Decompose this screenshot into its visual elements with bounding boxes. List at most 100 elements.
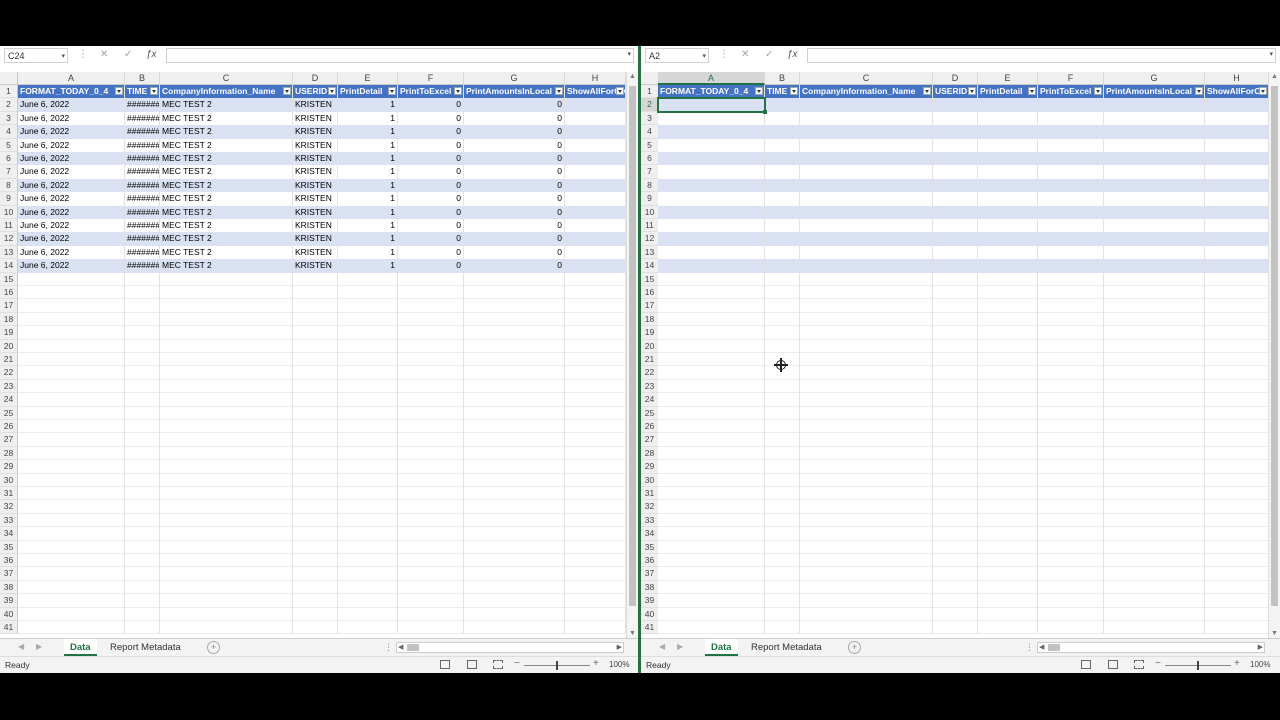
cell[interactable] <box>765 580 800 595</box>
row-header[interactable]: 28 <box>0 446 18 461</box>
column-header-b[interactable]: B <box>765 72 800 85</box>
cell[interactable] <box>1104 406 1205 420</box>
cell[interactable] <box>464 460 565 474</box>
row-header[interactable]: 4 <box>641 125 659 139</box>
row-header[interactable]: 9 <box>641 192 659 206</box>
cell[interactable] <box>338 393 398 407</box>
row-header[interactable]: 26 <box>641 420 659 434</box>
cell[interactable]: ######## <box>125 111 160 126</box>
cell[interactable] <box>565 594 626 608</box>
cell[interactable] <box>464 527 565 541</box>
cell[interactable] <box>1104 607 1205 621</box>
cell[interactable] <box>565 138 626 152</box>
cell[interactable] <box>765 125 800 139</box>
cell[interactable]: 0 <box>464 98 565 112</box>
cell[interactable]: MEC TEST 2 <box>160 138 293 152</box>
sheet-tab-data[interactable]: Data <box>64 639 97 656</box>
cell[interactable] <box>978 272 1038 286</box>
cell[interactable] <box>565 527 626 541</box>
table-header-cell[interactable]: PrintToExcel <box>398 85 464 99</box>
cell[interactable] <box>658 111 765 126</box>
cell[interactable] <box>565 513 626 528</box>
cell[interactable] <box>125 339 160 353</box>
worksheet-grid[interactable]: A B C D E F G H 1 FORMAT_TODAY_0_4 TIME CompanyInfo… <box>641 72 1268 638</box>
cell[interactable] <box>800 594 933 608</box>
cell[interactable] <box>293 473 338 487</box>
cell[interactable] <box>1038 326 1104 340</box>
cell[interactable] <box>1104 554 1205 568</box>
cell[interactable] <box>293 420 338 434</box>
cell[interactable] <box>464 379 565 394</box>
row-header[interactable]: 7 <box>641 165 659 179</box>
chevron-down-icon[interactable]: ▾ <box>627 50 631 58</box>
cell[interactable] <box>800 513 933 528</box>
cell[interactable] <box>338 607 398 621</box>
next-sheet-icon[interactable]: ▶ <box>36 642 42 651</box>
row-header[interactable]: 34 <box>641 527 659 541</box>
cell[interactable] <box>765 286 800 300</box>
cell[interactable] <box>1038 353 1104 367</box>
cell[interactable] <box>978 259 1038 273</box>
filter-dropdown-icon[interactable] <box>388 87 396 95</box>
cell[interactable]: KRISTEN <box>293 259 338 273</box>
row-header[interactable]: 33 <box>641 513 659 528</box>
cell[interactable] <box>398 312 464 327</box>
cell[interactable] <box>18 500 125 514</box>
cell[interactable] <box>1104 339 1205 353</box>
zoom-level[interactable]: 100% <box>609 660 629 669</box>
cell[interactable] <box>160 554 293 568</box>
cell[interactable] <box>933 580 978 595</box>
cell[interactable] <box>565 420 626 434</box>
cell[interactable] <box>978 393 1038 407</box>
column-header-h[interactable]: H <box>1205 72 1268 85</box>
cell[interactable] <box>398 527 464 541</box>
cell[interactable] <box>293 621 338 635</box>
cell[interactable] <box>800 473 933 487</box>
cell[interactable] <box>125 540 160 554</box>
cell[interactable] <box>1104 259 1205 273</box>
row-header[interactable]: 38 <box>0 580 18 595</box>
cell[interactable] <box>933 259 978 273</box>
cell[interactable] <box>18 420 125 434</box>
row-header[interactable]: 11 <box>641 219 659 233</box>
vertical-scrollbar[interactable]: ▲ ▼ <box>626 72 638 638</box>
cell[interactable] <box>160 339 293 353</box>
vertical-scrollbar[interactable]: ▲ ▼ <box>1268 72 1280 638</box>
enter-icon[interactable]: ✓ <box>765 49 773 60</box>
cell[interactable] <box>658 178 765 193</box>
scroll-up-icon[interactable]: ▲ <box>629 73 636 80</box>
table-header-cell[interactable]: PrintToExcel <box>1038 85 1104 99</box>
cell[interactable] <box>765 621 800 635</box>
cell[interactable]: June 6, 2022 <box>18 138 125 152</box>
row-header[interactable]: 31 <box>0 487 18 501</box>
cell[interactable] <box>125 326 160 340</box>
cell[interactable] <box>1205 487 1268 501</box>
cell[interactable] <box>800 366 933 380</box>
cell[interactable] <box>464 326 565 340</box>
row-header[interactable]: 18 <box>641 312 659 327</box>
cell[interactable] <box>1104 219 1205 233</box>
row-header[interactable]: 34 <box>0 527 18 541</box>
cell[interactable] <box>978 366 1038 380</box>
cell[interactable]: ######## <box>125 138 160 152</box>
cell[interactable] <box>338 554 398 568</box>
cell[interactable]: 0 <box>464 152 565 166</box>
cell[interactable] <box>658 513 765 528</box>
function-icon[interactable]: ƒx <box>787 49 798 60</box>
cell[interactable]: June 6, 2022 <box>18 152 125 166</box>
cell[interactable] <box>978 286 1038 300</box>
column-header-c[interactable]: C <box>160 72 293 85</box>
row-header[interactable]: 6 <box>641 152 659 166</box>
cell[interactable] <box>978 420 1038 434</box>
cell[interactable] <box>765 219 800 233</box>
row-header[interactable]: 16 <box>0 286 18 300</box>
cell[interactable] <box>125 567 160 581</box>
cell[interactable] <box>765 232 800 246</box>
cell[interactable] <box>800 299 933 313</box>
select-all-corner[interactable] <box>0 72 18 85</box>
row-header[interactable]: 11 <box>0 219 18 233</box>
cell[interactable] <box>800 379 933 394</box>
cell[interactable] <box>464 272 565 286</box>
cell[interactable] <box>1104 299 1205 313</box>
cell[interactable] <box>160 527 293 541</box>
